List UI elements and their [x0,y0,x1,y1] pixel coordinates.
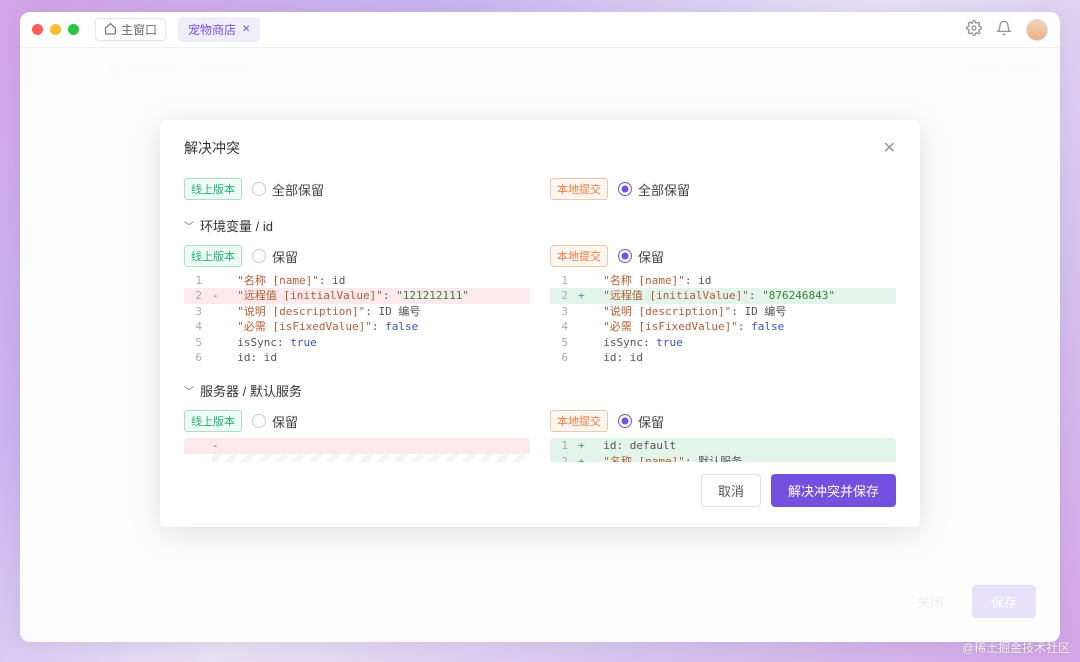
radio-label: 保留 [272,247,298,266]
radio-icon [252,249,266,263]
traffic-lights[interactable] [32,24,79,35]
tab-label: 宠物商店 [188,21,236,38]
online-code-server: - [184,438,530,462]
radio-label: 全部保留 [638,180,690,199]
radio-label: 保留 [638,247,664,266]
keep-online-server-radio[interactable]: 保留 [252,412,298,431]
section-title: 环境变量 / id [200,216,273,235]
keep-all-online-radio[interactable]: 全部保留 [252,180,324,199]
avatar[interactable] [1026,19,1048,41]
settings-icon[interactable] [966,20,982,39]
local-tag: 本地提交 [550,410,608,432]
keep-local-env-radio[interactable]: 保留 [618,247,664,266]
online-tag: 线上版本 [184,245,242,267]
cancel-button[interactable]: 取消 [701,474,761,507]
section-title: 服务器 / 默认服务 [200,381,302,400]
online-code-env: 1 "名称 [name]": id 2- "远程值 [initialValue]… [184,273,530,365]
online-tag: 线上版本 [184,410,242,432]
app-window: 主窗口 宠物商店 ✕ ▢ ──────────── ──── ──── [20,12,1060,642]
section-server: ﹀ 服务器 / 默认服务 线上版本 保留 [184,381,896,462]
keep-local-server-radio[interactable]: 保留 [618,412,664,431]
radio-label: 保留 [272,412,298,431]
title-bar: 主窗口 宠物商店 ✕ [20,12,1060,48]
radio-icon [252,414,266,428]
local-tag: 本地提交 [550,245,608,267]
online-tag: 线上版本 [184,178,242,200]
section-toggle[interactable]: ﹀ 服务器 / 默认服务 [184,381,896,400]
radio-icon [252,182,266,196]
home-label: 主窗口 [121,21,157,38]
home-icon [104,22,117,38]
radio-icon [618,182,632,196]
tab-pet-shop[interactable]: 宠物商店 ✕ [178,17,260,42]
section-env: ﹀ 环境变量 / id 线上版本 保留 1 [184,216,896,365]
keep-all-local-radio[interactable]: 全部保留 [618,180,690,199]
radio-label: 保留 [638,412,664,431]
empty-placeholder [212,454,530,462]
chevron-down-icon: ﹀ [184,218,194,233]
modal-title: 解决冲突 [184,138,240,158]
modal-header: 解决冲突 ✕ [160,120,920,168]
modal-footer: 取消 解决冲突并保存 [160,462,920,527]
bell-icon[interactable] [996,20,1012,39]
home-button[interactable]: 主窗口 [95,18,166,41]
chevron-down-icon: ﹀ [184,383,194,398]
close-icon[interactable]: ✕ [883,138,896,158]
watermark: @稀土掘金技术社区 [962,639,1070,656]
local-code-server: 1+ id: default 2+ "名称 [name]": 默认服务 3+ b… [550,438,896,462]
section-toggle[interactable]: ﹀ 环境变量 / id [184,216,896,235]
local-tag: 本地提交 [550,178,608,200]
tab-close-icon[interactable]: ✕ [242,24,250,35]
radio-icon [618,249,632,263]
local-code-env: 1 "名称 [name]": id 2+ "远程值 [initialValue]… [550,273,896,365]
radio-icon [618,414,632,428]
save-button[interactable]: 解决冲突并保存 [771,474,896,507]
radio-label: 全部保留 [272,180,324,199]
conflict-modal: 解决冲突 ✕ 线上版本 全部保留 本地提交 全部保留 [160,120,920,527]
keep-online-env-radio[interactable]: 保留 [252,247,298,266]
